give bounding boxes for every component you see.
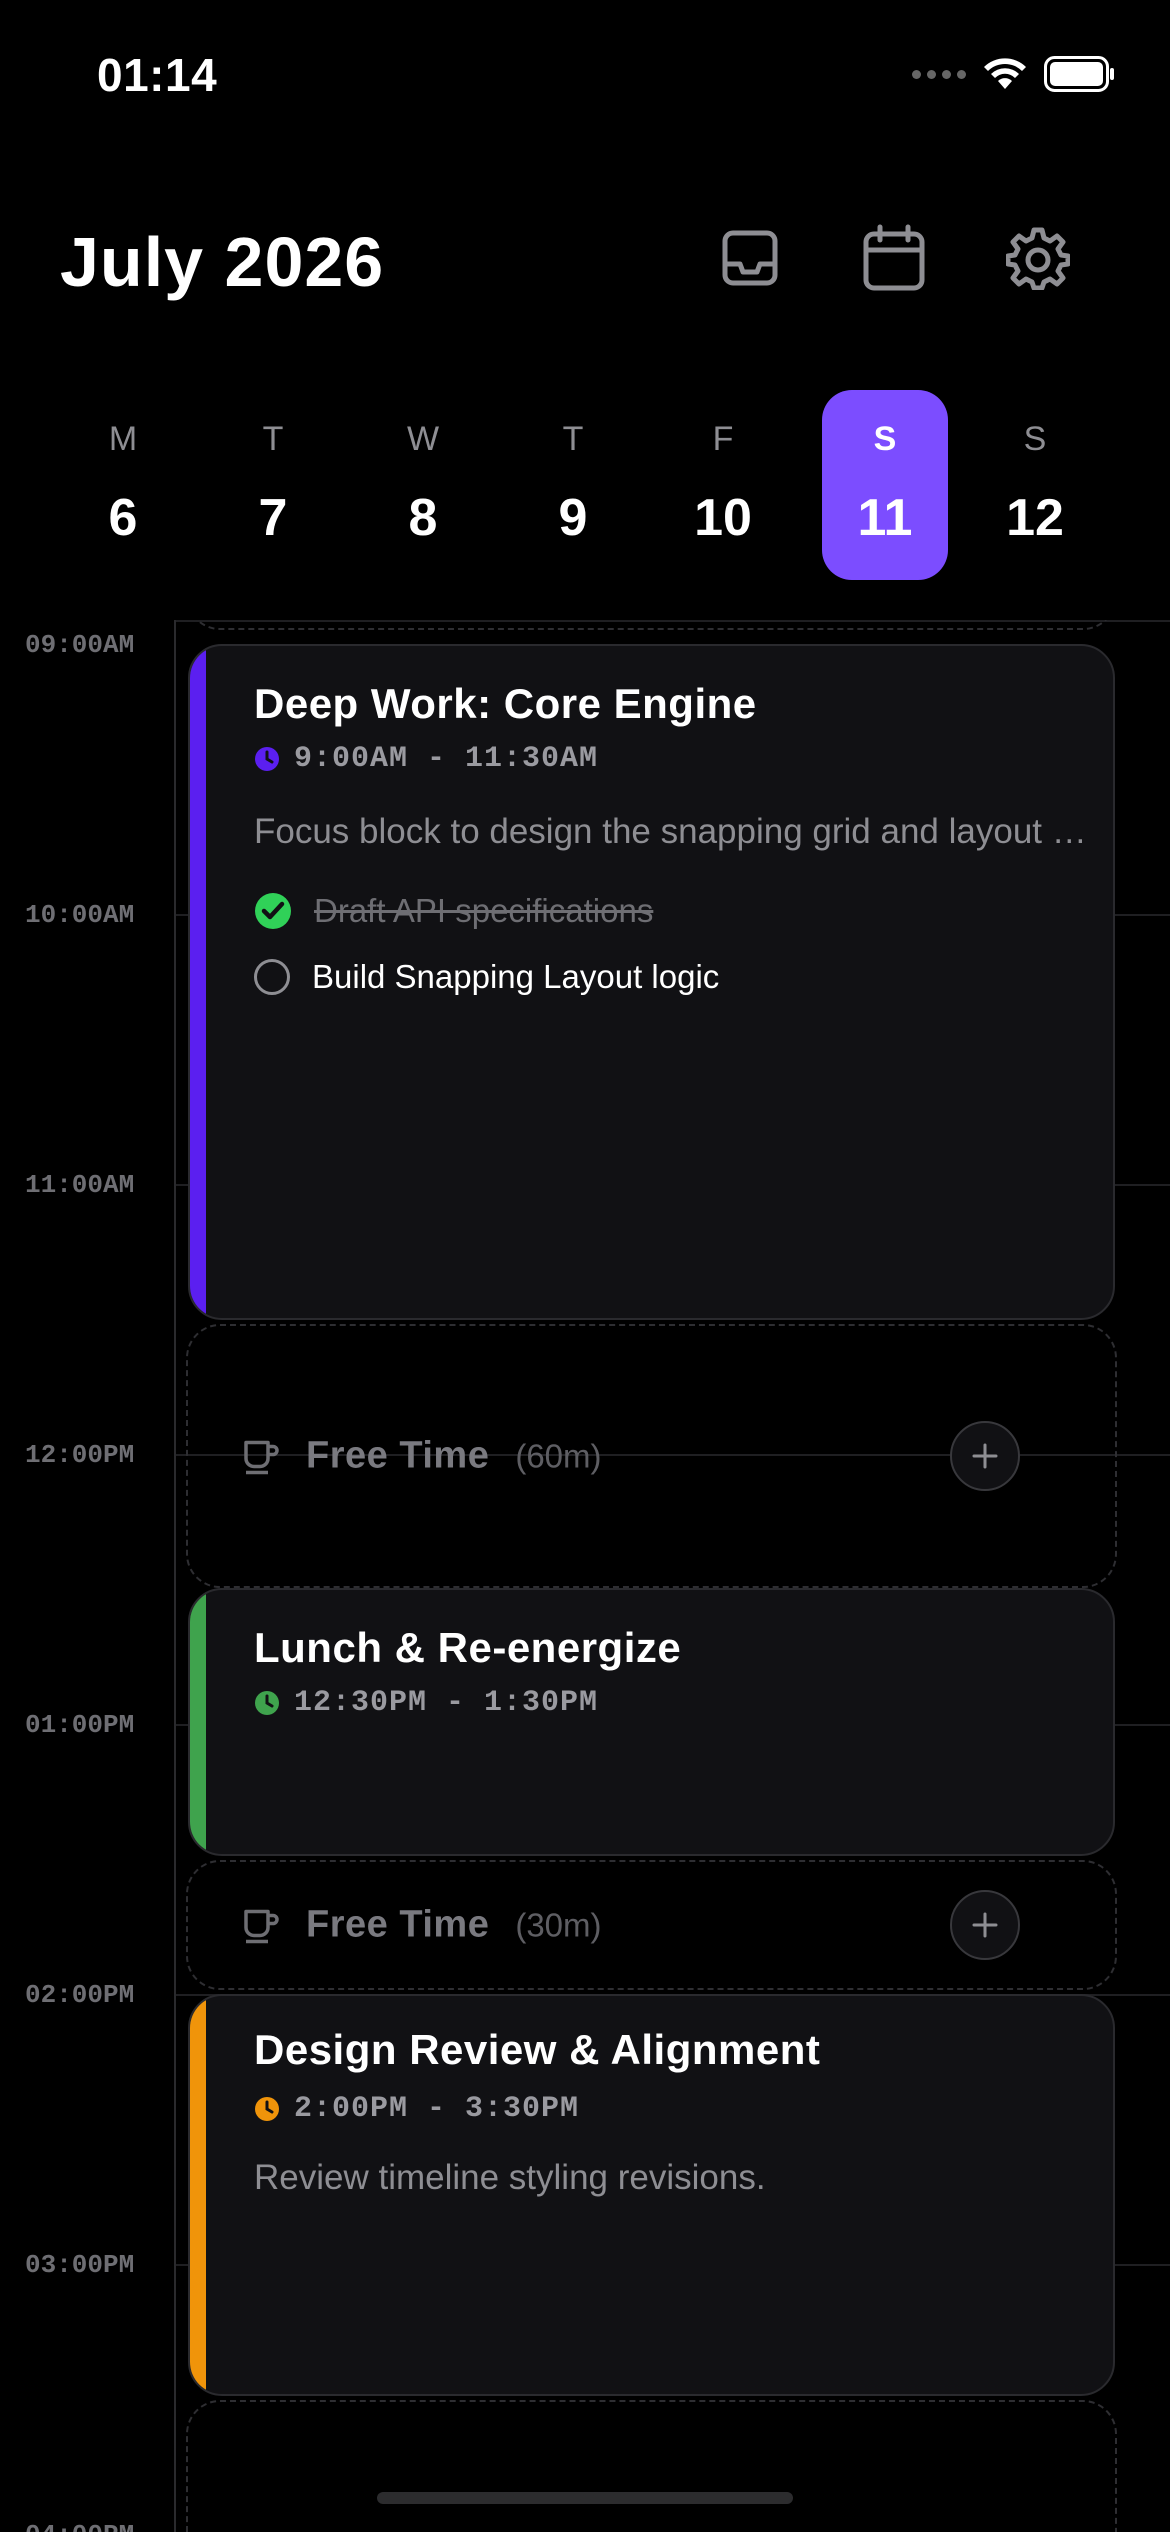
clock-icon xyxy=(255,747,279,771)
page-title: July 2026 xyxy=(60,223,385,301)
day-date: 10 xyxy=(694,489,752,547)
checkmark-circle-icon[interactable] xyxy=(254,892,292,930)
coffee-cup-icon xyxy=(244,1440,279,1474)
task-label: Draft API specifications xyxy=(314,892,654,929)
hour-label: 02:00PM xyxy=(25,1980,135,2010)
day-friday[interactable]: F 10 xyxy=(660,390,786,580)
day-name: T xyxy=(262,420,284,458)
free-time-slot[interactable]: Free Time (30m) xyxy=(186,1860,1117,1990)
event-time: 9:00AM - 11:30AM xyxy=(294,742,599,776)
event-color-bar xyxy=(190,1996,206,2394)
hour-label: 11:00AM xyxy=(25,1170,135,1200)
hour-label: 04:00PM xyxy=(25,2520,134,2532)
event-card[interactable]: Design Review & Alignment 2:00PM - 3:30P… xyxy=(188,1994,1115,2396)
day-date: 12 xyxy=(1006,489,1064,547)
event-description: Focus block to design the snapping grid … xyxy=(254,812,1089,851)
clock-icon xyxy=(255,1691,279,1715)
day-name: W xyxy=(406,420,440,458)
hour-label: 01:00PM xyxy=(25,1710,135,1740)
task-label: Build Snapping Layout logic xyxy=(312,958,720,995)
week-strip: M 6 T 7 W 8 T 9 F 10 S 11 S 12 xyxy=(60,390,1110,580)
free-time-slot-previous[interactable] xyxy=(186,620,1117,630)
plus-icon xyxy=(972,1443,998,1469)
status-icons xyxy=(912,52,1116,96)
event-title: Deep Work: Core Engine xyxy=(254,680,757,727)
battery-icon xyxy=(1044,56,1114,92)
cellular-signal-icon xyxy=(912,69,966,79)
hour-label: 12:00PM xyxy=(25,1440,135,1470)
event-title: Design Review & Alignment xyxy=(254,2026,821,2073)
inbox-icon xyxy=(722,230,778,286)
empty-circle-icon[interactable] xyxy=(254,959,290,995)
home-indicator[interactable] xyxy=(377,2492,793,2504)
day-date: 6 xyxy=(108,489,138,547)
plus-icon xyxy=(972,1912,998,1938)
day-date: 11 xyxy=(857,489,913,547)
free-time-label: Free Time xyxy=(306,1434,490,1477)
free-time-duration: (60m) xyxy=(515,1437,602,1474)
day-date: 9 xyxy=(558,489,588,547)
day-name: T xyxy=(562,420,584,458)
day-thursday[interactable]: T 9 xyxy=(510,390,636,580)
calendar-icon xyxy=(863,224,925,291)
inbox-button[interactable] xyxy=(714,222,786,294)
settings-button[interactable] xyxy=(1002,222,1074,294)
day-tuesday[interactable]: T 7 xyxy=(210,390,336,580)
timeline[interactable]: 09:00AM 10:00AM 11:00AM 12:00PM 01:00PM … xyxy=(0,620,1170,2532)
wifi-icon xyxy=(984,58,1026,89)
day-monday[interactable]: M 6 xyxy=(60,390,186,580)
calendar-button[interactable] xyxy=(858,222,930,294)
event-card[interactable]: Deep Work: Core Engine 9:00AM - 11:30AM … xyxy=(188,644,1115,1320)
day-name: F xyxy=(712,420,734,458)
free-time-label: Free Time xyxy=(306,1903,490,1946)
event-description: Review timeline styling revisions. xyxy=(254,2158,766,2197)
hour-label: 09:00AM xyxy=(25,630,135,660)
status-time: 01:14 xyxy=(97,49,218,101)
timeline-axis xyxy=(174,620,176,2532)
hour-label: 03:00PM xyxy=(25,2250,135,2280)
hour-label: 10:00AM xyxy=(25,900,135,930)
event-color-bar xyxy=(190,1590,206,1854)
task-item[interactable]: Draft API specifications xyxy=(254,892,653,930)
coffee-cup-icon xyxy=(244,1909,279,1943)
day-sunday[interactable]: S 12 xyxy=(972,390,1098,580)
day-wednesday[interactable]: W 8 xyxy=(360,390,486,580)
event-color-bar xyxy=(190,646,206,1318)
free-time-slot[interactable]: Free Time (60m) xyxy=(186,1324,1117,1588)
day-name: S xyxy=(1023,420,1047,458)
day-name: M xyxy=(108,420,138,458)
day-date: 7 xyxy=(258,489,288,547)
event-time: 12:30PM - 1:30PM xyxy=(294,1686,599,1720)
add-event-button[interactable] xyxy=(950,1421,1020,1491)
free-time-slot-next[interactable] xyxy=(186,2400,1117,2532)
day-saturday-selected[interactable]: S 11 xyxy=(822,390,948,580)
add-event-button[interactable] xyxy=(950,1890,1020,1960)
clock-icon xyxy=(255,2097,279,2121)
event-title: Lunch & Re-energize xyxy=(254,1624,682,1671)
free-time-duration: (30m) xyxy=(515,1906,602,1943)
day-name: S xyxy=(873,420,897,458)
gear-icon xyxy=(1006,227,1070,290)
task-item[interactable]: Build Snapping Layout logic xyxy=(254,958,719,996)
event-time: 2:00PM - 3:30PM xyxy=(294,2092,580,2126)
event-card[interactable]: Lunch & Re-energize 12:30PM - 1:30PM xyxy=(188,1588,1115,1856)
day-date: 8 xyxy=(408,489,438,547)
